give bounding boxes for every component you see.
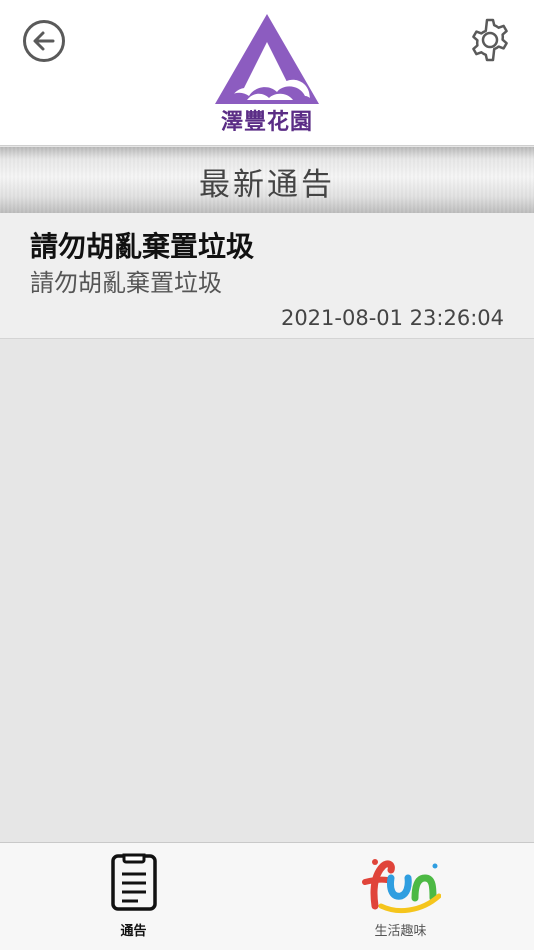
- notice-datetime: 2021-08-01 23:26:04: [280, 306, 504, 330]
- section-title: 最新通告: [199, 167, 335, 203]
- settings-button[interactable]: [467, 17, 513, 63]
- fun-logo-icon: [361, 859, 441, 914]
- notice-body: 請勿胡亂棄置垃圾: [30, 269, 222, 297]
- back-button[interactable]: [22, 19, 66, 63]
- section-header: 最新通告: [0, 147, 534, 213]
- tab-notices-label: 通告: [120, 924, 147, 939]
- notice-list: 請勿胡亂棄置垃圾 請勿胡亂棄置垃圾 2021-08-01 23:26:04: [0, 213, 534, 339]
- estate-logo: 澤豐花園: [207, 12, 327, 135]
- bottom-tab-bar: 通告 生活趣味: [0, 842, 534, 950]
- tab-life-fun[interactable]: 生活趣味: [267, 843, 534, 950]
- tab-notices[interactable]: 通告: [0, 843, 267, 950]
- mountain-logo-icon: [215, 14, 319, 104]
- notice-title: 請勿胡亂棄置垃圾: [30, 230, 255, 263]
- notice-item[interactable]: 請勿胡亂棄置垃圾 請勿胡亂棄置垃圾 2021-08-01 23:26:04: [0, 213, 534, 339]
- clipboard-icon: [110, 853, 157, 911]
- app-header: 澤豐花園: [0, 0, 534, 146]
- tab-life-fun-label: 生活趣味: [374, 924, 427, 939]
- estate-name: 澤豐花園: [220, 110, 313, 135]
- back-arrow-icon: [23, 20, 65, 62]
- gear-icon: [472, 18, 508, 62]
